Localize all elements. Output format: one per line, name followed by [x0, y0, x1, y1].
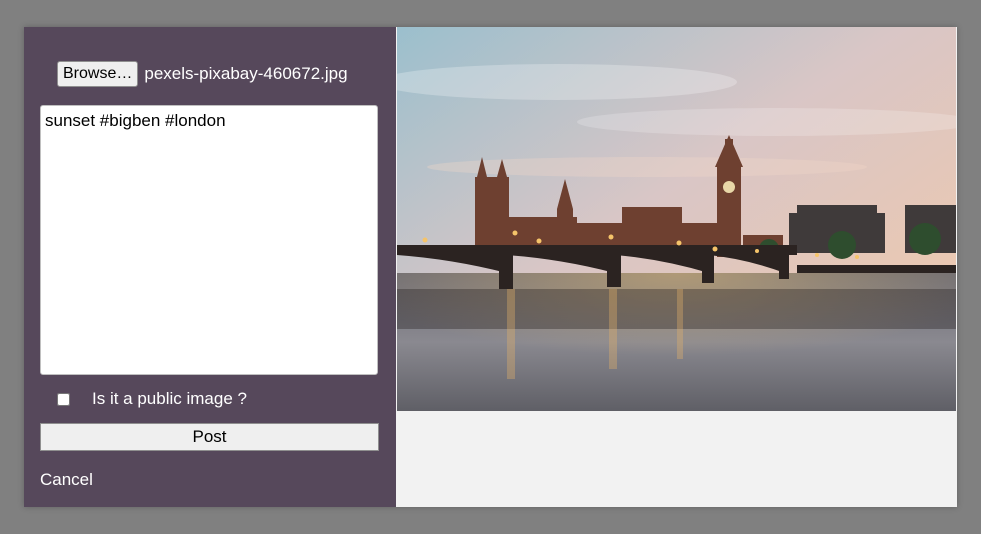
- cancel-link[interactable]: Cancel: [40, 470, 93, 490]
- post-button[interactable]: Post: [40, 423, 379, 451]
- preview-image: [397, 27, 956, 411]
- post-dialog: Browse… pexels-pixabay-460672.jpg Is it …: [24, 27, 957, 507]
- public-image-checkbox[interactable]: [57, 392, 70, 406]
- selected-file-name: pexels-pixabay-460672.jpg: [144, 64, 348, 83]
- browse-button[interactable]: Browse…: [57, 61, 139, 87]
- upload-form-panel: Browse… pexels-pixabay-460672.jpg Is it …: [24, 27, 396, 507]
- file-picker: Browse… pexels-pixabay-460672.jpg: [57, 61, 348, 87]
- image-preview: [397, 27, 956, 411]
- public-image-label: Is it a public image ?: [92, 389, 247, 408]
- public-option-row: Is it a public image ?: [57, 389, 247, 409]
- caption-textarea[interactable]: [40, 105, 378, 375]
